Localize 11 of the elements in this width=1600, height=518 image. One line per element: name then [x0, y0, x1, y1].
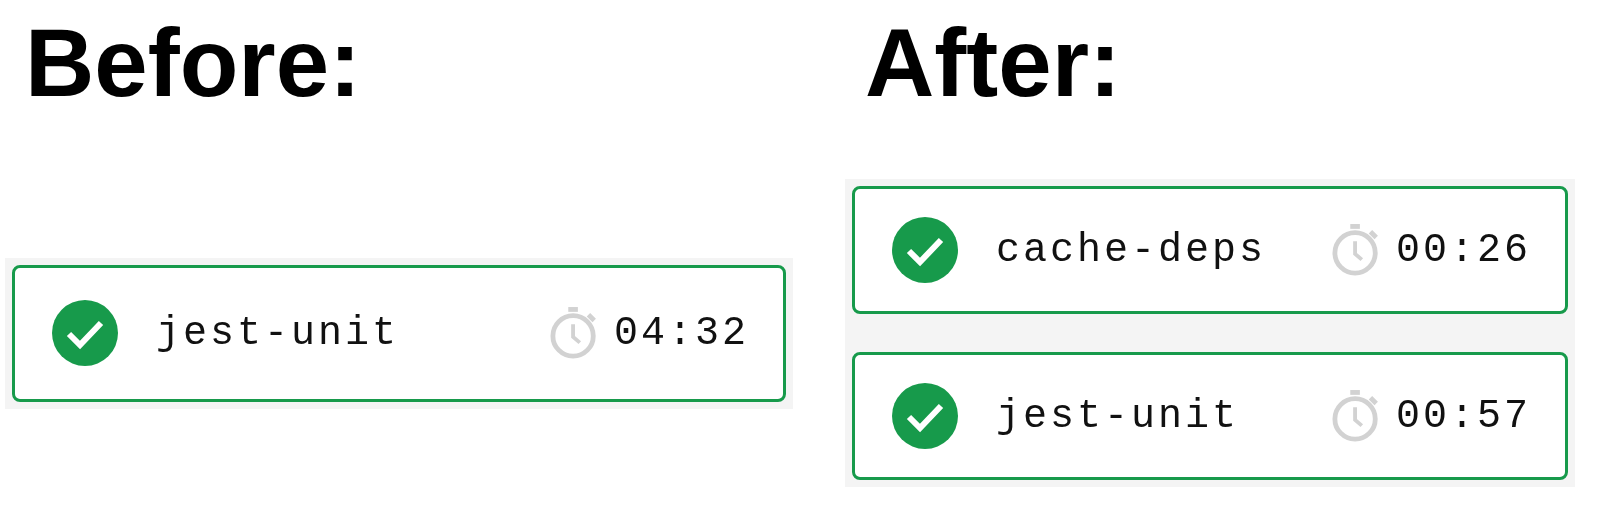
section-heading: After: — [865, 8, 1121, 118]
job-card[interactable]: jest-unit 04:32 — [12, 264, 786, 402]
job-duration: 04:32 — [613, 310, 749, 356]
job-duration: 00:57 — [1395, 393, 1531, 439]
job-duration: 00:26 — [1395, 227, 1531, 273]
job-card[interactable]: jest-unit 00:57 — [852, 352, 1568, 480]
job-name: cache-deps — [996, 227, 1268, 273]
section-heading: Before: — [25, 8, 362, 118]
job-name: jest-unit — [156, 310, 401, 356]
job-card[interactable]: cache-deps 00:26 — [852, 186, 1568, 314]
job-name: jest-unit — [996, 393, 1241, 439]
